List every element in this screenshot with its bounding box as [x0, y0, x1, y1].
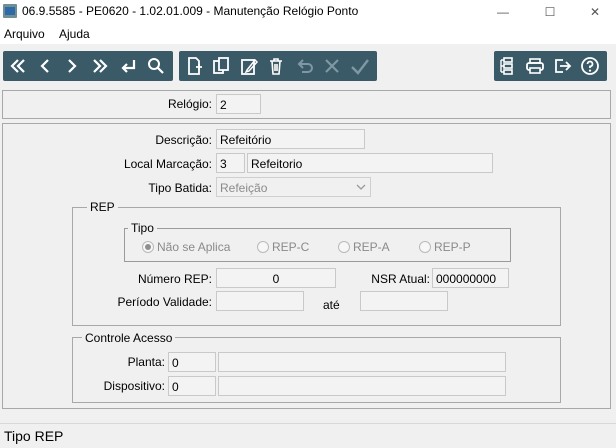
radio-label: REP-A [353, 240, 390, 254]
new-icon[interactable] [181, 51, 207, 81]
nsr-atual-field[interactable]: 000000000 [432, 268, 509, 288]
descricao-field[interactable]: Refeitório [216, 129, 365, 149]
help-icon[interactable] [577, 51, 603, 81]
radio-rep-c[interactable]: REP-C [257, 240, 309, 254]
radio-dot [338, 241, 350, 253]
copy-icon[interactable] [208, 51, 234, 81]
radio-rep-p[interactable]: REP-P [419, 240, 471, 254]
maximize-button[interactable]: ☐ [527, 0, 573, 24]
radio-rep-a[interactable]: REP-A [338, 240, 390, 254]
local-marcacao-label: Local Marcação: [123, 157, 212, 171]
menu-arquivo[interactable]: Arquivo [4, 27, 45, 41]
navigation-toolbar-group [3, 51, 173, 81]
dispositivo-description-field [218, 376, 506, 396]
relogio-field[interactable]: 2 [216, 94, 261, 114]
app-icon [3, 4, 17, 18]
window-title: 06.9.5585 - PE0620 - 1.02.01.009 - Manut… [22, 4, 359, 18]
return-icon[interactable] [115, 51, 141, 81]
radio-dot [419, 241, 431, 253]
status-bar: Tipo REP [0, 423, 616, 448]
menu-ajuda[interactable]: Ajuda [59, 27, 90, 41]
tree-icon[interactable] [495, 51, 521, 81]
dispositivo-label: Dispositivo: [103, 379, 165, 393]
undo-icon[interactable] [291, 51, 317, 81]
ate-label: até [323, 298, 340, 312]
local-marcacao-name-field: Refeitorio [247, 153, 493, 173]
next-icon[interactable] [59, 51, 85, 81]
tipo-batida-value: Refeição [220, 181, 268, 195]
radio-label: Não se Aplica [157, 240, 231, 254]
radio-dot [142, 241, 154, 253]
radio-dot [257, 241, 269, 253]
planta-field[interactable]: 0 [168, 352, 216, 372]
radio-label: REP-C [272, 240, 310, 254]
print-icon[interactable] [522, 51, 548, 81]
numero-rep-label: Número REP: [137, 272, 212, 286]
chevron-down-icon [356, 184, 366, 190]
main-panel: Descrição: Refeitório Local Marcação: 3 … [2, 123, 611, 409]
dispositivo-field[interactable]: 0 [168, 376, 216, 396]
planta-label: Planta: [127, 355, 165, 369]
close-button[interactable]: ✕ [572, 0, 616, 24]
exit-icon[interactable] [549, 51, 575, 81]
nsr-atual-label: NSR Atual: [371, 272, 430, 286]
search-icon[interactable] [143, 51, 169, 81]
delete-icon[interactable] [263, 51, 289, 81]
relogio-label: Relógio: [167, 97, 212, 111]
tipo-rep-title: Tipo [128, 221, 157, 235]
radio-label: REP-P [434, 240, 471, 254]
edit-toolbar-group [179, 51, 377, 81]
tipo-batida-select[interactable]: Refeição [216, 177, 371, 197]
edit-icon[interactable] [236, 51, 262, 81]
controle-acesso-title: Controle Acesso [82, 331, 176, 345]
periodo-validade-label: Período Validade: [117, 295, 212, 309]
utility-toolbar-group [494, 51, 607, 81]
title-bar: 06.9.5585 - PE0620 - 1.02.01.009 - Manut… [0, 0, 616, 24]
periodo-fim-field[interactable] [360, 291, 448, 311]
first-icon[interactable] [5, 51, 31, 81]
periodo-inicio-field[interactable] [216, 291, 304, 311]
toolbar [0, 47, 616, 83]
cancel-icon[interactable] [319, 51, 345, 81]
descricao-label: Descrição: [155, 133, 212, 147]
local-marcacao-code-field[interactable]: 3 [216, 153, 245, 173]
numero-rep-field[interactable]: 0 [216, 268, 336, 288]
planta-description-field [218, 352, 506, 372]
rep-group-title: REP [87, 200, 118, 214]
status-text: Tipo REP [4, 428, 64, 444]
confirm-icon[interactable] [347, 51, 373, 81]
menu-bar: Arquivo Ajuda [0, 24, 616, 44]
tipo-batida-label: Tipo Batida: [148, 181, 212, 195]
minimize-button[interactable]: — [480, 0, 526, 24]
header-panel: Relógio: 2 [2, 90, 611, 119]
previous-icon[interactable] [32, 51, 58, 81]
last-icon[interactable] [87, 51, 113, 81]
radio-nao-se-aplica[interactable]: Não se Aplica [142, 240, 230, 254]
